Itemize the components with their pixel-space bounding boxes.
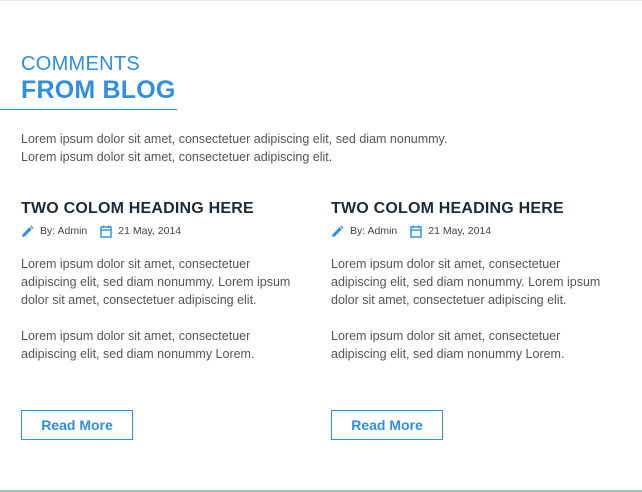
post-paragraph-2: Lorem ipsum dolor sit amet, consectetuer… [331,329,565,361]
section-intro: Lorem ipsum dolor sit amet, consectetuer… [21,132,448,164]
top-divider [0,0,642,1]
section-title: FROM BLOG [21,76,176,104]
post-meta: By: Admin 21 May, 2014 [21,224,306,238]
calendar-icon [100,225,112,238]
post-meta: By: Admin 21 May, 2014 [331,224,616,238]
post-author: By: Admin [40,225,88,237]
post-date: 21 May, 2014 [428,225,492,237]
blog-post-2: TWO COLOM HEADING HERE By: Admin 21 May,… [331,198,616,440]
read-more-button[interactable]: Read More [21,410,133,440]
post-paragraph-1: Lorem ipsum dolor sit amet, consectetuer… [21,257,291,307]
read-more-button[interactable]: Read More [331,410,443,440]
section-eyebrow: COMMENTS [21,53,141,75]
pencil-icon [21,225,34,238]
section-header: COMMENTS FROM BLOG [21,53,176,105]
title-underline [0,109,177,110]
post-paragraph-1: Lorem ipsum dolor sit amet, consectetuer… [331,257,601,307]
post-author: By: Admin [350,225,398,237]
post-paragraph-2: Lorem ipsum dolor sit amet, consectetuer… [21,329,255,361]
post-title: TWO COLOM HEADING HERE [21,200,254,217]
blog-post-1: TWO COLOM HEADING HERE By: Admin 21 May,… [21,198,306,440]
pencil-icon [331,225,344,238]
calendar-icon [410,225,422,238]
post-date: 21 May, 2014 [118,225,182,237]
post-title: TWO COLOM HEADING HERE [331,200,564,217]
